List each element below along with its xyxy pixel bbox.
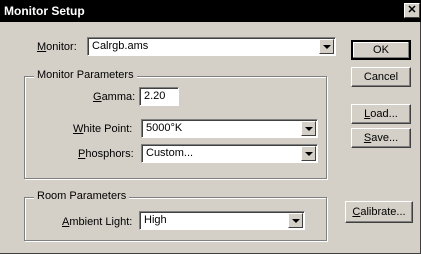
monitor-parameters-title: Monitor Parameters — [34, 68, 137, 82]
save-button[interactable]: Save... — [351, 128, 411, 148]
white-point-dropdown[interactable]: 5000°K — [141, 119, 318, 138]
monitor-setup-dialog: Monitor Setup ✕ Monitor: Calrgb.ams Moni… — [0, 0, 421, 254]
phosphors-value: Custom... — [146, 147, 194, 159]
white-point-value: 5000°K — [146, 122, 183, 134]
phosphors-dropdown[interactable]: Custom... — [141, 144, 318, 163]
close-button[interactable]: ✕ — [404, 3, 420, 18]
phosphors-label: Phosphors: — [78, 148, 134, 160]
dialog-title: Monitor Setup — [4, 4, 85, 18]
load-button[interactable]: Load... — [351, 104, 411, 124]
title-bar: Monitor Setup ✕ — [0, 0, 421, 22]
ambient-light-dropdown[interactable]: High — [139, 211, 305, 230]
monitor-dropdown[interactable]: Calrgb.ams — [87, 37, 336, 56]
close-icon: ✕ — [407, 4, 417, 16]
room-parameters-title: Room Parameters — [34, 189, 130, 203]
ambient-light-label: Ambient Light: — [62, 216, 133, 228]
gamma-label: Gamma: — [93, 91, 136, 103]
calibrate-button[interactable]: Calibrate... — [345, 201, 413, 223]
chevron-down-icon[interactable] — [301, 121, 316, 136]
chevron-down-icon[interactable] — [301, 146, 316, 161]
monitor-label: Monitor: — [37, 41, 77, 53]
chevron-down-icon[interactable] — [319, 39, 334, 54]
ok-button[interactable]: OK — [351, 40, 411, 60]
white-point-label: White Point: — [73, 123, 133, 135]
ambient-light-value: High — [144, 214, 167, 226]
gamma-input[interactable]: 2.20 — [139, 87, 179, 106]
monitor-value: Calrgb.ams — [92, 40, 149, 52]
chevron-down-icon[interactable] — [288, 213, 303, 228]
cancel-button[interactable]: Cancel — [351, 67, 411, 87]
